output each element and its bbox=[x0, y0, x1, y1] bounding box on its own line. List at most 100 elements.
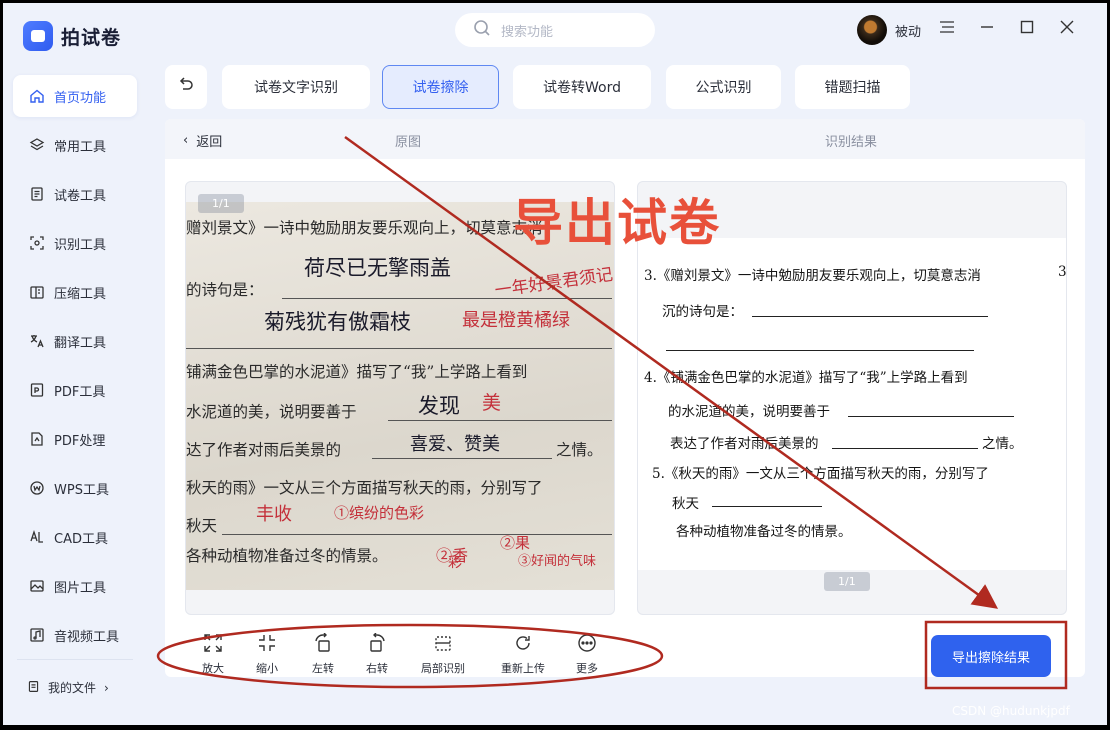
result-text-line: 之情。 bbox=[982, 436, 1023, 452]
answer-line bbox=[752, 316, 988, 317]
image-icon bbox=[29, 578, 45, 594]
minimize-icon[interactable] bbox=[979, 19, 995, 35]
sidebar-item-label: PDF工具 bbox=[54, 384, 106, 400]
sidebar-item-audio-video-tools[interactable]: 音视频工具 bbox=[13, 614, 137, 656]
rotate-left-icon bbox=[313, 632, 333, 656]
answer-line bbox=[832, 448, 978, 449]
result-document: 3.《赠刘景文》一诗中勉励朋友要乐观向上，切莫意志消 沉的诗句是： 4.《铺满金… bbox=[638, 238, 1066, 570]
rotate-left-button[interactable]: 左转 bbox=[295, 632, 351, 676]
reupload-icon bbox=[513, 633, 533, 656]
more-icon bbox=[577, 633, 597, 656]
home-icon bbox=[29, 88, 45, 104]
partial-recognize-button[interactable]: 局部识别 bbox=[415, 633, 471, 676]
tab-paper-erase[interactable]: 试卷擦除 bbox=[382, 65, 499, 109]
sidebar-item-compress-tools[interactable]: 压缩工具 bbox=[13, 271, 137, 313]
page-indicator: 1/1 bbox=[824, 572, 870, 591]
handwriting: ③好闻的气味 bbox=[518, 554, 597, 569]
handwriting: ①缤纷的色彩 bbox=[334, 504, 425, 522]
answer-line bbox=[222, 534, 612, 535]
answer-line bbox=[388, 420, 612, 421]
close-icon[interactable] bbox=[1059, 19, 1075, 35]
undo-icon bbox=[177, 76, 195, 98]
my-files-label: 我的文件 bbox=[48, 681, 97, 695]
photo-text-line: 达了作者对雨后美景的 bbox=[186, 441, 342, 459]
zoom-in-button[interactable]: 放大 bbox=[185, 633, 241, 676]
search-icon bbox=[473, 19, 491, 41]
sidebar-item-label: CAD工具 bbox=[54, 531, 108, 547]
sidebar-item-label: 图片工具 bbox=[54, 580, 107, 596]
handwriting: 最是橙黄橘绿 bbox=[462, 310, 570, 331]
compress-icon bbox=[29, 284, 45, 300]
sidebar-item-translate-tools[interactable]: 翻译工具 bbox=[13, 320, 137, 362]
my-files-link[interactable]: 我的文件 › bbox=[27, 679, 109, 696]
sidebar: 拍试卷 首页功能 常用工具 试卷工具 识别工具 压缩工具 翻译工具 PDF工具 … bbox=[3, 3, 145, 725]
tool-label: 放大 bbox=[202, 662, 224, 675]
answer-line bbox=[282, 298, 612, 299]
avatar bbox=[857, 15, 887, 45]
sidebar-item-paper-tools[interactable]: 试卷工具 bbox=[13, 173, 137, 215]
reupload-button[interactable]: 重新上传 bbox=[495, 633, 551, 676]
photo-text-line: 各种动植物准备过冬的情景。 bbox=[186, 547, 388, 565]
original-photo: 赠刘景文》一诗中勉励朋友要乐观向上，切莫意志消 的诗句是： 铺满金色巴掌的水泥道… bbox=[186, 202, 614, 590]
sidebar-item-label: 识别工具 bbox=[54, 237, 107, 253]
result-text-line: 4.《铺满金色巴掌的水泥道》描写了“我”上学路上看到 bbox=[644, 370, 968, 386]
export-erase-result-button[interactable]: 导出擦除结果 bbox=[931, 635, 1051, 677]
tool-label: 缩小 bbox=[256, 662, 278, 675]
overlay-title: 导出试卷 bbox=[513, 194, 721, 252]
zoom-out-button[interactable]: 缩小 bbox=[239, 633, 295, 676]
paper-icon bbox=[29, 186, 45, 202]
answer-line bbox=[848, 416, 1014, 417]
sidebar-item-label: 常用工具 bbox=[54, 139, 107, 155]
menu-icon[interactable] bbox=[939, 19, 955, 35]
sidebar-item-pdf-tools[interactable]: PDF工具 bbox=[13, 369, 137, 411]
logo-icon bbox=[23, 21, 53, 51]
user-menu[interactable]: 被动 bbox=[857, 15, 921, 45]
photo-text-line: 秋天 bbox=[186, 517, 218, 535]
photo-text-line: 之情。 bbox=[556, 441, 603, 459]
sidebar-item-common-tools[interactable]: 常用工具 bbox=[13, 124, 137, 166]
rotate-right-icon bbox=[367, 632, 387, 656]
result-text-line: 各种动植物准备过冬的情景。 bbox=[676, 524, 852, 540]
tool-label: 更多 bbox=[576, 662, 598, 675]
zoom-in-icon bbox=[203, 633, 223, 656]
sidebar-item-image-tools[interactable]: 图片工具 bbox=[13, 565, 137, 607]
more-button[interactable]: 更多 bbox=[559, 633, 615, 676]
sidebar-item-home[interactable]: 首页功能 bbox=[13, 75, 137, 117]
original-label: 原图 bbox=[395, 135, 422, 150]
audio-video-icon bbox=[29, 627, 45, 643]
sidebar-item-label: PDF处理 bbox=[54, 433, 106, 449]
handwriting: 发现 bbox=[418, 394, 460, 418]
tab-formula-recognition[interactable]: 公式识别 bbox=[666, 65, 781, 109]
file-icon bbox=[27, 680, 40, 696]
sidebar-item-label: 音视频工具 bbox=[54, 629, 120, 645]
result-text-line: 秋天 bbox=[672, 496, 699, 512]
tab-wrong-question-scan[interactable]: 错题扫描 bbox=[795, 65, 910, 109]
sidebar-item-pdf-process[interactable]: PDF处理 bbox=[13, 418, 137, 460]
photo-text-line: 铺满金色巴掌的水泥道》描写了“我”上学路上看到 bbox=[186, 363, 528, 381]
rotate-right-button[interactable]: 右转 bbox=[349, 632, 405, 676]
return-label: 返回 bbox=[196, 135, 223, 150]
handwriting: 菊残犹有傲霜枝 bbox=[264, 310, 411, 334]
result-label: 识别结果 bbox=[825, 135, 878, 150]
sidebar-item-wps-tools[interactable]: WPS工具 bbox=[13, 467, 137, 509]
tab-paper-to-word[interactable]: 试卷转Word bbox=[513, 65, 651, 109]
zoom-out-icon bbox=[257, 633, 277, 656]
maximize-icon[interactable] bbox=[1019, 19, 1035, 35]
answer-line bbox=[372, 458, 552, 459]
sidebar-nav: 首页功能 常用工具 试卷工具 识别工具 压缩工具 翻译工具 PDF工具 PDF处… bbox=[13, 75, 137, 663]
undo-button[interactable] bbox=[165, 65, 207, 109]
layers-icon bbox=[29, 137, 45, 153]
photo-text-line: 秋天的雨》一文从三个方面描写秋天的雨，分别写了 bbox=[186, 479, 543, 497]
sidebar-divider bbox=[17, 659, 133, 660]
return-button[interactable]: ‹ 返回 bbox=[183, 131, 222, 150]
result-text-line: 3.《赠刘景文》一诗中勉励朋友要乐观向上，切莫意志消 bbox=[644, 268, 981, 284]
search-input[interactable]: 搜索功能 bbox=[455, 13, 655, 47]
photo-text-line: 的诗句是： bbox=[186, 281, 264, 299]
sidebar-item-cad-tools[interactable]: CAD工具 bbox=[13, 516, 137, 558]
panel-header: ‹ 返回 原图 识别结果 bbox=[165, 119, 1085, 159]
tool-label: 重新上传 bbox=[501, 662, 545, 675]
tab-paper-text-recognition[interactable]: 试卷文字识别 bbox=[222, 65, 370, 109]
sidebar-item-label: 压缩工具 bbox=[54, 286, 107, 302]
sidebar-item-recognize-tools[interactable]: 识别工具 bbox=[13, 222, 137, 264]
handwriting: 美 bbox=[482, 392, 502, 414]
